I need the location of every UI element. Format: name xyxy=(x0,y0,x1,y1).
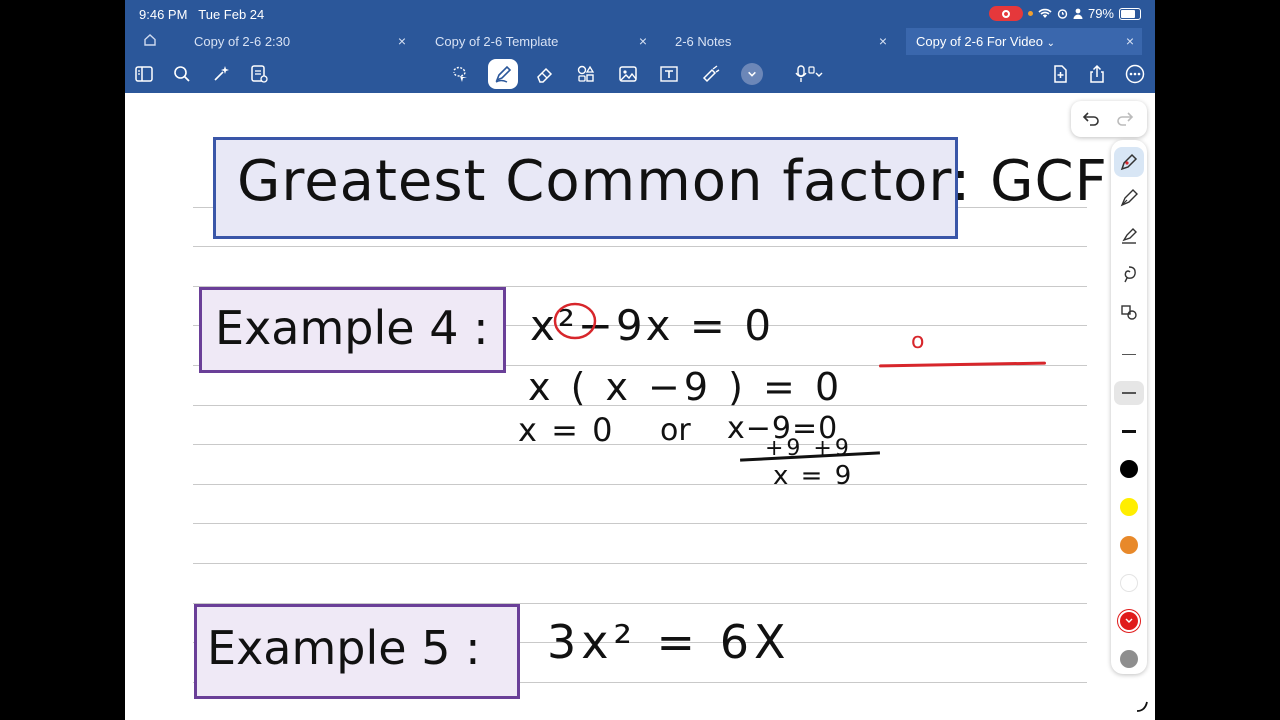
lasso-icon[interactable] xyxy=(446,61,472,87)
add-page-icon[interactable] xyxy=(1047,61,1073,87)
ruled-line xyxy=(193,246,1087,247)
color-swatch-red[interactable] xyxy=(1111,610,1147,632)
shapes-icon[interactable] xyxy=(573,61,599,87)
share-icon[interactable] xyxy=(1084,61,1110,87)
sparkle-icon[interactable] xyxy=(208,61,234,87)
search-icon[interactable] xyxy=(169,61,195,87)
highlighter-icon[interactable] xyxy=(1111,221,1147,251)
red-circle-annotation xyxy=(553,302,597,340)
undo-redo-panel xyxy=(1071,101,1147,137)
close-icon[interactable]: × xyxy=(639,28,647,55)
color-swatch-white[interactable] xyxy=(1111,572,1147,594)
stroke-width-thick[interactable] xyxy=(1111,421,1147,441)
wifi-icon xyxy=(1038,8,1052,18)
notes-list-icon[interactable] xyxy=(246,61,272,87)
tab-2-6-notes[interactable]: 2-6 Notes × xyxy=(665,28,895,55)
color-swatch-yellow[interactable] xyxy=(1111,496,1147,518)
example-4-label: Example 4 : xyxy=(215,301,489,355)
status-bar: 9:46 PM Tue Feb 24 79% xyxy=(125,0,1155,28)
example-4-solution-2: x = 9 xyxy=(773,461,854,491)
stroke-width-thin[interactable] xyxy=(1111,344,1147,364)
tab-label: 2-6 Notes xyxy=(675,34,732,49)
ruled-line xyxy=(193,563,1087,564)
mic-icon[interactable] xyxy=(790,61,830,87)
tab-label: Copy of 2-6 2:30 xyxy=(194,34,291,49)
ruled-line xyxy=(193,523,1087,524)
record-icon xyxy=(1001,9,1010,18)
tab-copy-2-6-template[interactable]: Copy of 2-6 Template × xyxy=(425,28,655,55)
ballpoint-pen-icon[interactable] xyxy=(1111,146,1147,178)
tab-label: Copy of 2-6 For Video xyxy=(916,34,1043,49)
pen-icon[interactable] xyxy=(488,59,518,89)
note-title: Greatest Common factor: GCF xyxy=(237,149,1108,214)
close-icon[interactable]: × xyxy=(398,28,406,55)
red-ink-mark: o xyxy=(911,329,925,354)
stroke-width-medium[interactable] xyxy=(1111,380,1147,406)
image-icon[interactable] xyxy=(615,61,641,87)
tab-label: Copy of 2-6 Template xyxy=(435,34,559,49)
red-ink-line xyxy=(878,361,1047,368)
ruled-line xyxy=(193,484,1087,485)
color-swatch-gray[interactable] xyxy=(1111,648,1147,670)
eraser-icon[interactable] xyxy=(532,61,558,87)
example-4-solution-1: x = 0 xyxy=(518,411,615,449)
home-icon[interactable] xyxy=(143,33,157,50)
pen-palette xyxy=(1111,140,1147,674)
alarm-icon xyxy=(1057,9,1068,19)
shape-pen-icon[interactable] xyxy=(1111,297,1147,327)
document-tab-bar: Copy of 2-6 2:30 × Copy of 2-6 Template … xyxy=(125,28,1155,55)
undo-icon[interactable] xyxy=(1081,109,1101,132)
example-5-label: Example 5 : xyxy=(207,621,481,675)
color-swatch-orange[interactable] xyxy=(1111,534,1147,556)
battery-percent: 79% xyxy=(1087,6,1114,21)
example-4-or: or xyxy=(660,413,691,448)
tab-copy-2-6-230[interactable]: Copy of 2-6 2:30 × xyxy=(184,28,414,55)
note-canvas[interactable]: Greatest Common factor: GCF Example 4 : … xyxy=(125,93,1155,720)
person-icon xyxy=(1073,8,1083,19)
close-icon[interactable]: × xyxy=(1126,28,1134,55)
color-swatch-black[interactable] xyxy=(1111,458,1147,480)
orange-dot-icon xyxy=(1027,11,1033,16)
text-box-icon[interactable] xyxy=(656,61,682,87)
close-icon[interactable]: × xyxy=(879,28,887,55)
example-4-factored: x ( x −9 ) = 0 xyxy=(528,365,844,409)
chevron-down-icon[interactable] xyxy=(739,61,765,87)
status-date: Tue Feb 24 xyxy=(198,7,265,22)
corner-handle-icon[interactable] xyxy=(1135,699,1149,713)
redo-icon[interactable] xyxy=(1115,109,1135,132)
screen-record-indicator[interactable] xyxy=(988,6,1023,21)
highlighter-tape-icon[interactable] xyxy=(697,61,723,87)
toolbar xyxy=(125,55,1155,93)
sidebar-icon[interactable] xyxy=(131,61,157,87)
fountain-pen-icon[interactable] xyxy=(1111,183,1147,213)
goodnotes-app: 9:46 PM Tue Feb 24 79% Copy of 2-6 2:30 … xyxy=(125,0,1155,720)
status-time: 9:46 PM xyxy=(139,7,188,22)
example-5-equation: 3x² = 6X xyxy=(547,615,791,669)
more-icon[interactable] xyxy=(1122,61,1148,87)
tab-copy-2-6-for-video[interactable]: Copy of 2-6 For Video ⌄ × xyxy=(906,28,1142,55)
ruled-line xyxy=(193,444,1087,445)
chevron-down-icon[interactable]: ⌄ xyxy=(1047,38,1055,49)
battery-icon xyxy=(1119,7,1141,20)
pencil-lasso-icon[interactable] xyxy=(1111,259,1147,289)
